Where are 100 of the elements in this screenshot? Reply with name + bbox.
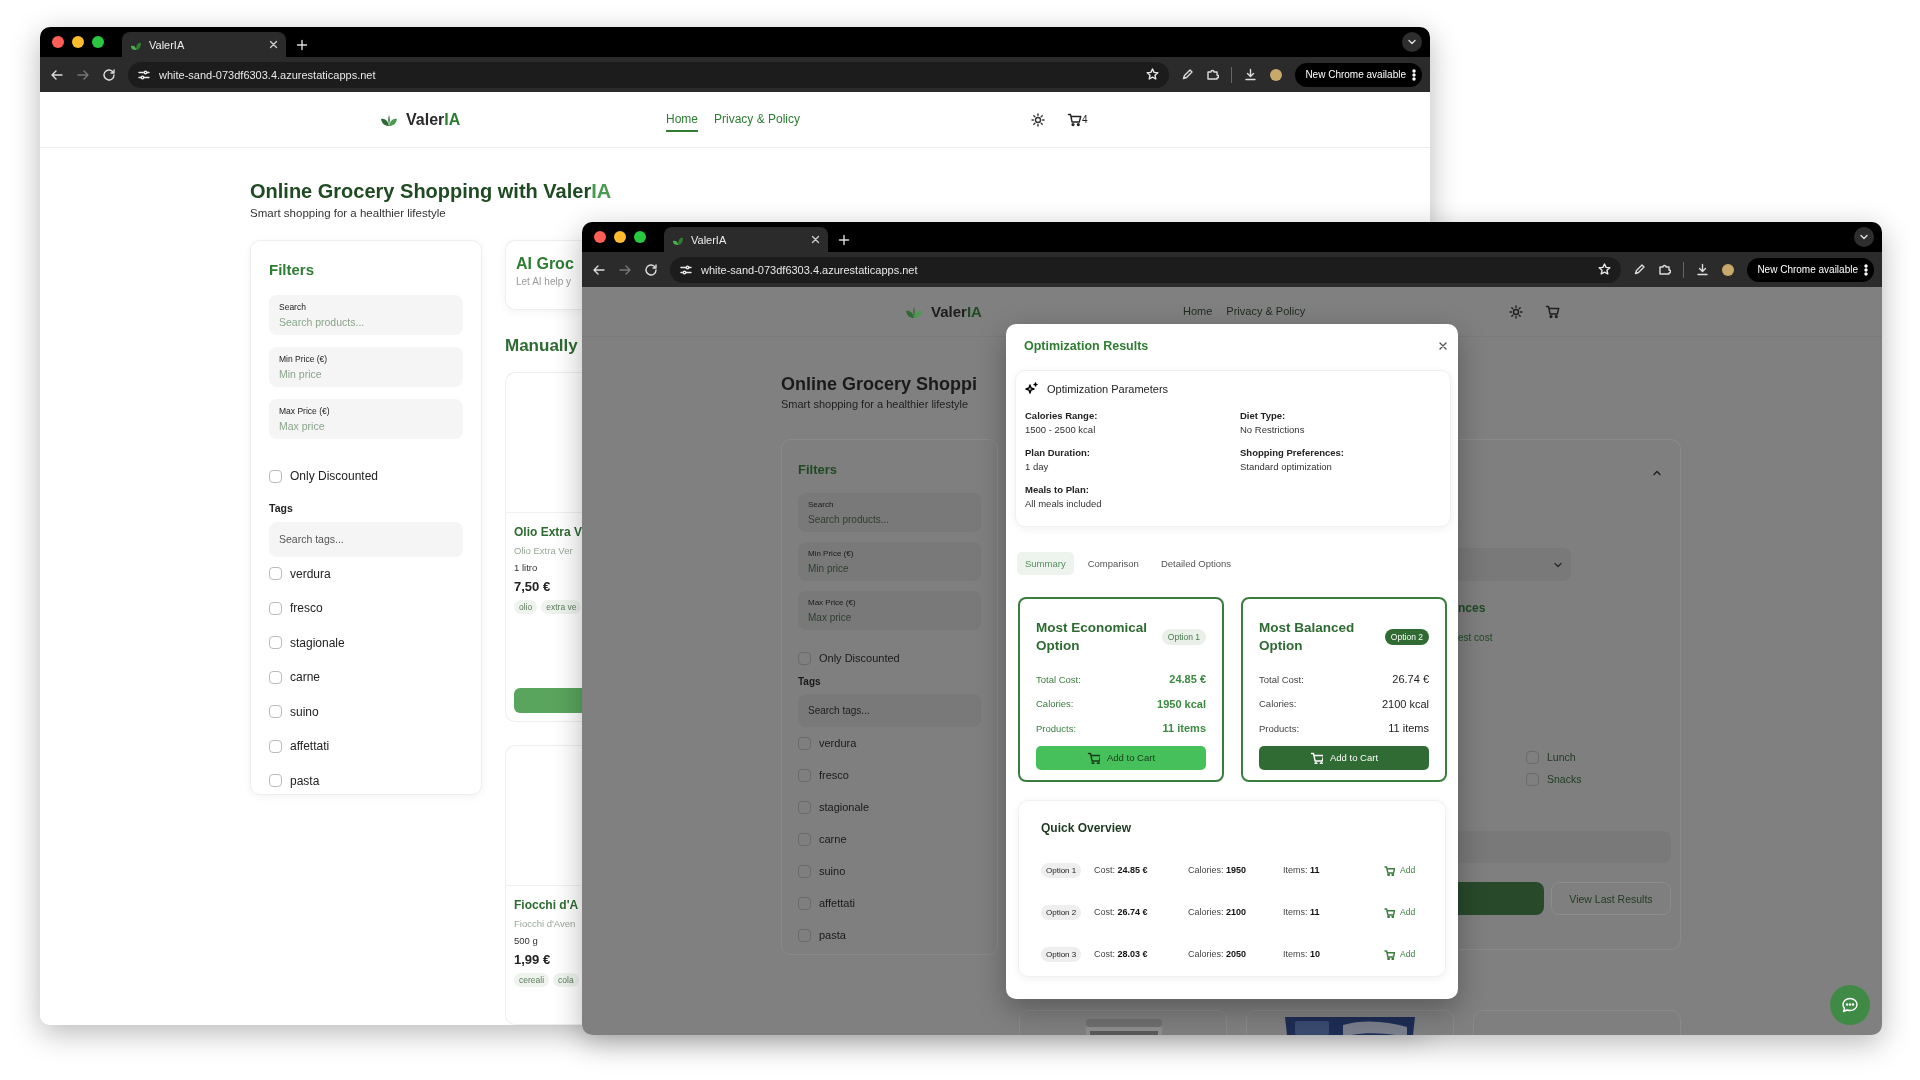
close-window-button[interactable] bbox=[594, 231, 606, 243]
cart-icon bbox=[1384, 906, 1395, 918]
panel-title: Filters bbox=[269, 261, 315, 278]
section-heading: nces bbox=[1458, 601, 1487, 615]
checkbox-label: verdura bbox=[290, 566, 331, 581]
section-label: Tags bbox=[269, 501, 294, 514]
checkbox-label: stagionale bbox=[290, 635, 345, 650]
tag-search-field[interactable]: Search tags... bbox=[269, 521, 463, 557]
field-label: Max Price (€) bbox=[279, 406, 330, 416]
browser-tab[interactable]: ValerIA bbox=[122, 32, 286, 57]
star-icon[interactable] bbox=[1146, 68, 1160, 81]
new-tab-icon[interactable] bbox=[838, 234, 850, 246]
calories-text: Calories: 2050 bbox=[1188, 949, 1248, 959]
update-button[interactable]: New Chrome available bbox=[1295, 62, 1422, 87]
cost-text: Cost: 24.85 € bbox=[1094, 865, 1149, 875]
extensions-icon[interactable] bbox=[1206, 68, 1220, 81]
pen-icon[interactable] bbox=[1181, 68, 1195, 81]
tag-search-field[interactable]: Search tags... bbox=[798, 694, 981, 727]
logo-text[interactable]: ValerIA bbox=[931, 303, 982, 320]
parameter-label: Diet Type: bbox=[1240, 410, 1287, 421]
pen-icon[interactable] bbox=[1633, 263, 1647, 276]
download-icon[interactable] bbox=[1696, 263, 1710, 276]
card-title: AI Groc bbox=[516, 255, 575, 273]
add-link[interactable]: Add bbox=[1384, 948, 1416, 960]
nav-link[interactable]: Privacy & Policy bbox=[714, 107, 801, 132]
new-tab-icon[interactable] bbox=[296, 39, 308, 51]
tab[interactable]: Comparison bbox=[1079, 552, 1147, 575]
checkbox[interactable] bbox=[269, 469, 282, 483]
nav-link[interactable]: Home bbox=[666, 107, 698, 132]
input-field[interactable] bbox=[1458, 831, 1671, 863]
panel-title: Filters bbox=[798, 462, 838, 477]
page-subtitle: Smart shopping for a healthier lifestyle bbox=[781, 398, 969, 410]
cart-button[interactable]: 4 bbox=[1067, 112, 1088, 127]
add-link[interactable]: Add bbox=[1384, 864, 1416, 876]
field-label: Search bbox=[279, 302, 306, 312]
option-label: Calories: bbox=[1259, 698, 1297, 710]
product-description: Fiocchi d'Aven bbox=[514, 918, 577, 929]
checkbox[interactable] bbox=[269, 636, 282, 650]
checkbox-label: suino bbox=[290, 704, 319, 719]
checkbox-label: suino bbox=[819, 865, 846, 877]
reload-icon[interactable] bbox=[102, 67, 116, 82]
parameter-value: All meals included bbox=[1025, 498, 1103, 509]
extensions-icon[interactable] bbox=[1658, 263, 1672, 276]
product-name: Olio Extra V bbox=[514, 525, 582, 539]
checkbox[interactable] bbox=[269, 567, 282, 581]
product-price: 1,99 € bbox=[514, 952, 552, 967]
close-icon[interactable] bbox=[1438, 340, 1448, 351]
cart-icon bbox=[1309, 751, 1323, 764]
parameter-label: Plan Duration: bbox=[1025, 447, 1091, 458]
checkbox[interactable] bbox=[269, 601, 282, 615]
dropdown-field[interactable] bbox=[1458, 548, 1571, 581]
option-badge: Option 3 bbox=[1041, 946, 1082, 962]
chevron-up-icon[interactable] bbox=[1652, 468, 1662, 478]
minimize-window-button[interactable] bbox=[614, 231, 626, 243]
checkbox-label: affettati bbox=[819, 897, 855, 909]
product-size: 500 g bbox=[514, 935, 539, 946]
product-size: 1 litro bbox=[514, 562, 539, 573]
checkbox-label: pasta bbox=[290, 773, 320, 788]
cart-icon bbox=[1067, 112, 1083, 127]
tab[interactable]: Summary bbox=[1017, 552, 1074, 575]
checkbox[interactable] bbox=[269, 670, 282, 684]
sun-icon[interactable] bbox=[1031, 112, 1046, 127]
browser-tab[interactable]: ValerIA bbox=[664, 227, 828, 252]
minimize-window-button[interactable] bbox=[72, 36, 84, 48]
nav-link[interactable]: Home bbox=[1183, 300, 1213, 323]
product-name: Fiocchi d'A bbox=[514, 898, 580, 912]
page-heading: Online Grocery Shopping with ValerIA bbox=[250, 179, 612, 204]
tab-list-button[interactable] bbox=[1402, 32, 1422, 52]
tab-list-button[interactable] bbox=[1854, 227, 1874, 247]
checkbox[interactable] bbox=[269, 705, 282, 719]
profile-icon[interactable] bbox=[1721, 262, 1736, 277]
option-value: 1950 kcal bbox=[1157, 697, 1206, 710]
tag-chip: olio bbox=[514, 600, 538, 614]
zoom-window-button[interactable] bbox=[92, 36, 104, 48]
checkbox[interactable] bbox=[269, 739, 282, 753]
logo-text[interactable]: ValerIA bbox=[406, 110, 461, 129]
reload-icon[interactable] bbox=[644, 262, 658, 277]
star-icon[interactable] bbox=[1598, 263, 1612, 276]
cart-icon[interactable] bbox=[1545, 304, 1561, 319]
tab[interactable]: Detailed Options bbox=[1152, 552, 1240, 575]
checkbox[interactable] bbox=[269, 774, 282, 788]
items-text: Items: 11 bbox=[1283, 865, 1321, 875]
address-field[interactable]: white-sand-073df6303.4.azurestaticapps.net bbox=[670, 256, 1622, 283]
add-to-cart-button[interactable]: Add to Cart bbox=[1036, 745, 1206, 770]
sparkle-icon bbox=[1025, 382, 1038, 395]
add-to-cart-button[interactable]: Add to Cart bbox=[1259, 745, 1429, 770]
parameter-value: No Restrictions bbox=[1240, 424, 1306, 435]
profile-icon[interactable] bbox=[1269, 67, 1284, 82]
download-icon[interactable] bbox=[1244, 68, 1258, 81]
address-field[interactable]: white-sand-073df6303.4.azurestaticapps.net bbox=[128, 61, 1170, 88]
add-link[interactable]: Add bbox=[1384, 906, 1416, 918]
parameter-label: Meals to Plan: bbox=[1025, 484, 1090, 495]
more-icon bbox=[1412, 68, 1416, 81]
update-button[interactable]: New Chrome available bbox=[1747, 257, 1874, 282]
nav-link[interactable]: Privacy & Policy bbox=[1226, 300, 1306, 323]
chat-button[interactable] bbox=[1830, 985, 1870, 1025]
zoom-window-button[interactable] bbox=[634, 231, 646, 243]
close-window-button[interactable] bbox=[52, 36, 64, 48]
option-badge: Option 1 bbox=[1041, 862, 1082, 878]
field-label: Min Price (€) bbox=[279, 354, 328, 364]
